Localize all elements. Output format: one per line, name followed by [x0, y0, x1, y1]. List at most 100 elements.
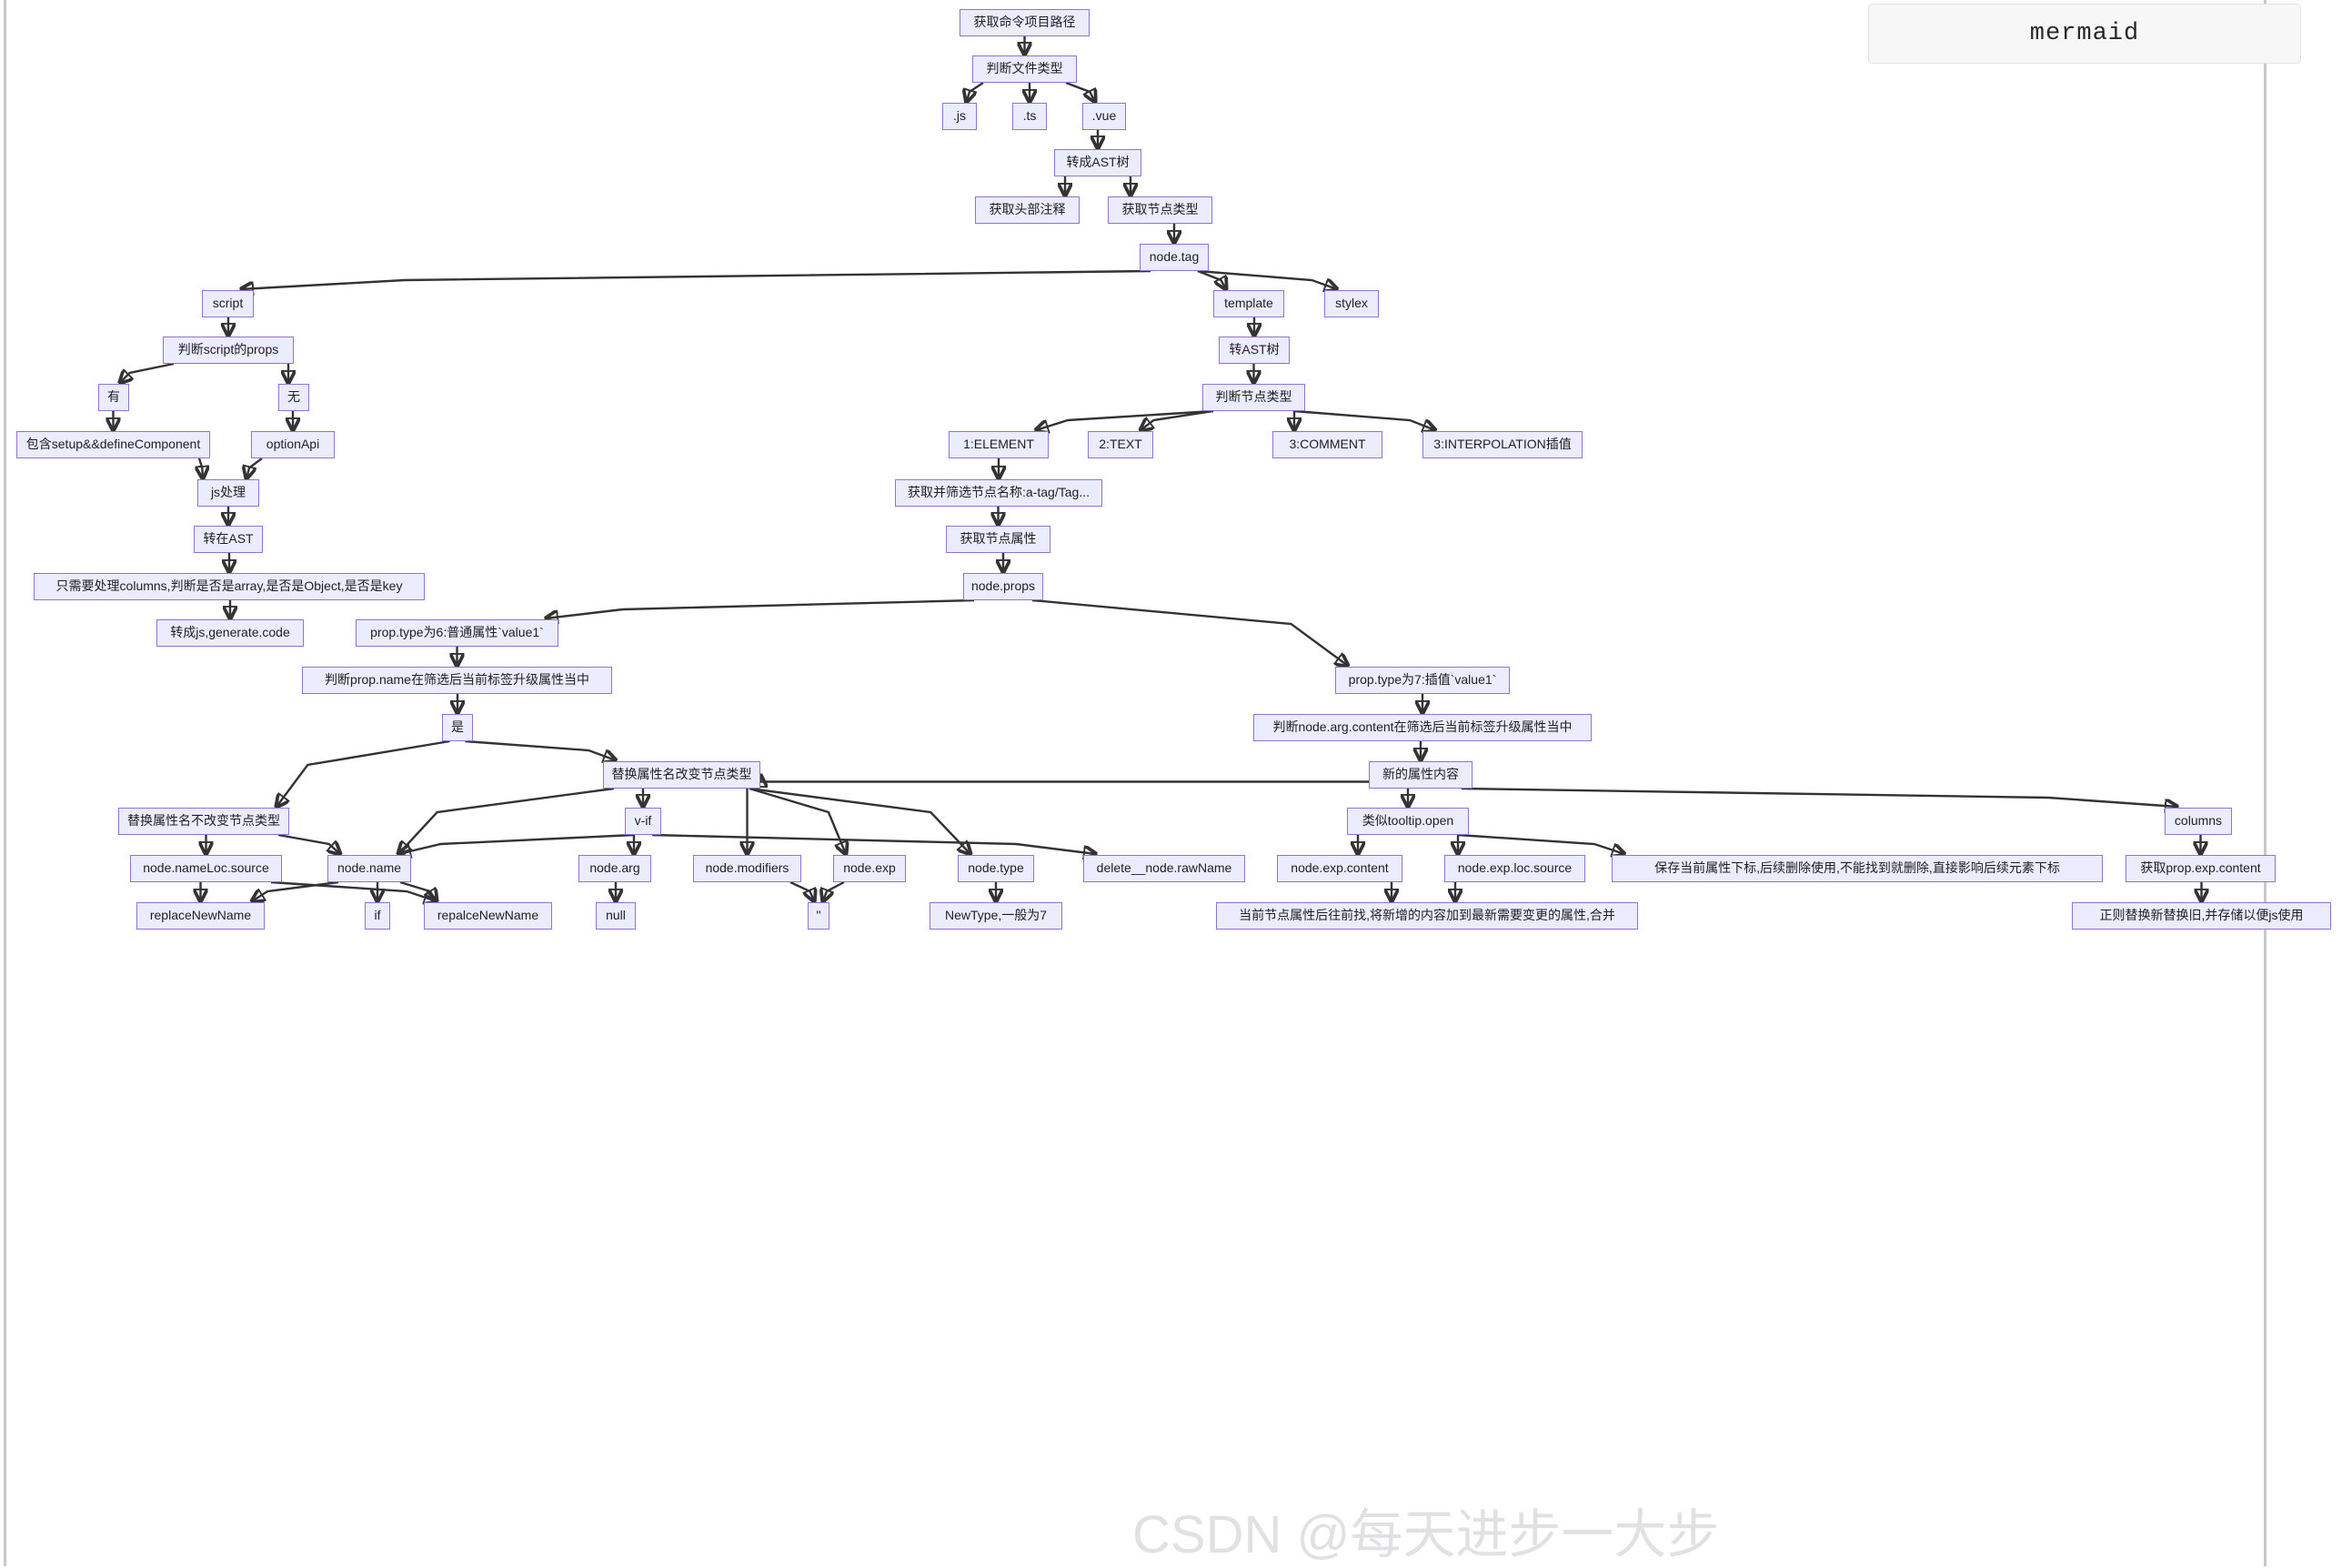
- flowchart-node-label: 获取prop.exp.content: [2140, 860, 2261, 876]
- flowchart-edge-n39-to-n43: [398, 833, 635, 854]
- flowchart-node-n31[interactable]: prop.type为6:普通属性`value1`: [356, 619, 558, 647]
- flowchart-node-n7[interactable]: 获取头部注释: [975, 196, 1080, 224]
- flowchart-node-label: template: [1224, 296, 1273, 311]
- flowchart-node-label: 有: [107, 389, 120, 405]
- flowchart-node-n26[interactable]: 转在AST: [194, 526, 263, 553]
- flowchart-node-label: js处理: [210, 485, 246, 500]
- flowchart-node-label: 保存当前属性下标,后续删除使用,不能找到就删除,直接影响后续元素下标: [1654, 860, 2060, 876]
- flowchart-node-n47[interactable]: node.type: [958, 855, 1034, 882]
- flowchart-node-n22[interactable]: 3:COMMENT: [1272, 431, 1382, 458]
- flowchart-node-n17[interactable]: 判断节点类型: [1202, 384, 1305, 411]
- flowchart-node-label: ": [816, 908, 821, 923]
- flowchart-node-n13[interactable]: 判断script的props: [163, 337, 294, 364]
- flowchart-node-n25[interactable]: 获取并筛选节点名称:a-tag/Tag...: [895, 479, 1102, 507]
- flowchart-node-n49[interactable]: node.exp.content: [1277, 855, 1402, 882]
- flowchart-node-label: if: [374, 908, 381, 923]
- flowchart-node-n29[interactable]: node.props: [963, 573, 1043, 600]
- flowchart-node-n8[interactable]: 获取节点类型: [1108, 196, 1212, 224]
- flowchart-node-n34[interactable]: 是: [442, 714, 473, 741]
- flowchart-edge-n36-to-n43: [398, 787, 615, 854]
- flowchart-node-label: NewType,一般为7: [944, 908, 1048, 923]
- flowchart-node-n12[interactable]: stylex: [1324, 290, 1379, 317]
- flowchart-node-n38[interactable]: 替换属性名不改变节点类型: [118, 808, 289, 835]
- flowchart-node-n56[interactable]: null: [596, 902, 636, 930]
- mermaid-diagram-canvas: 获取命令项目路径 判断文件类型 .js .ts .vue 转成AST树 获取头部注释 获取节点…: [0, 0, 2352, 1566]
- flowchart-node-n54[interactable]: if: [365, 902, 390, 930]
- flowchart-node-n32[interactable]: 判断prop.name在筛选后当前标签升级属性当中: [302, 667, 612, 694]
- flowchart-node-n21[interactable]: 2:TEXT: [1088, 431, 1153, 458]
- flowchart-node-n30[interactable]: 转成js,generate.code: [156, 619, 304, 647]
- flowchart-node-label: 获取命令项目路径: [973, 15, 1076, 30]
- flowchart-node-n4[interactable]: .ts: [1012, 103, 1047, 130]
- flowchart-node-n19[interactable]: optionApi: [251, 431, 335, 458]
- flowchart-edge-n39-to-n48: [651, 833, 1096, 854]
- flowchart-node-n23[interactable]: 3:INTERPOLATION插值: [1422, 431, 1583, 458]
- flowchart-node-n60[interactable]: 正则替换新替换旧,并存储以便js使用: [2072, 902, 2331, 930]
- flowchart-node-n9[interactable]: node.tag: [1140, 244, 1209, 271]
- flowchart-node-n58[interactable]: NewType,一般为7: [930, 902, 1062, 930]
- flowchart-node-n40[interactable]: 类似tooltip.open: [1347, 808, 1469, 835]
- flowchart-edge-n17-to-n21: [1141, 409, 1214, 430]
- flowchart-node-n24[interactable]: js处理: [197, 479, 259, 507]
- flowchart-node-n44[interactable]: node.arg: [578, 855, 651, 882]
- flowchart-node-n53[interactable]: replaceNewName: [136, 902, 265, 930]
- flowchart-node-n3[interactable]: .js: [942, 103, 977, 130]
- flowchart-node-label: 替换属性名不改变节点类型: [127, 813, 280, 829]
- mermaid-badge-label: mermaid: [2029, 20, 2140, 47]
- flowchart-edge-n18-to-n24: [199, 457, 203, 478]
- flowchart-node-n39[interactable]: v-if: [625, 808, 661, 835]
- flowchart-node-label: 3:INTERPOLATION插值: [1433, 437, 1572, 452]
- flowchart-node-n20[interactable]: 1:ELEMENT: [949, 431, 1049, 458]
- flowchart-node-n10[interactable]: script: [202, 290, 254, 317]
- flowchart-node-n37[interactable]: 新的属性内容: [1369, 761, 1473, 789]
- flowchart-node-label: 获取并筛选节点名称:a-tag/Tag...: [908, 485, 1090, 500]
- flowchart-node-n42[interactable]: node.nameLoc.source: [130, 855, 282, 882]
- flowchart-edge-n45-to-n57: [789, 880, 814, 901]
- flowchart-node-n36[interactable]: 替换属性名改变节点类型: [603, 761, 760, 789]
- flowchart-node-label: 转成js,generate.code: [170, 625, 290, 640]
- flowchart-node-n51[interactable]: 保存当前属性下标,后续删除使用,不能找到就删除,直接影响后续元素下标: [1612, 855, 2103, 882]
- flowchart-node-n59[interactable]: 当前节点属性后往前找,将新增的内容加到最新需要变更的属性,合并: [1216, 902, 1638, 930]
- flowchart-node-label: 1:ELEMENT: [963, 437, 1034, 452]
- flowchart-node-n43[interactable]: node.name: [327, 855, 411, 882]
- flowchart-edge-n17-to-n20: [1036, 409, 1214, 430]
- flowchart-node-label: node.name: [337, 860, 402, 876]
- flowchart-edge-n40-to-n51: [1457, 833, 1624, 854]
- flowchart-node-n41[interactable]: columns: [2165, 808, 2232, 835]
- flowchart-node-n27[interactable]: 获取节点属性: [946, 526, 1050, 553]
- flowchart-node-n18[interactable]: 包含setup&&defineComponent: [16, 431, 210, 458]
- flowchart-node-label: 判断node.arg.content在筛选后当前标签升级属性当中: [1272, 719, 1573, 735]
- flowchart-node-label: .js: [953, 108, 966, 124]
- flowchart-node-label: 判断节点类型: [1215, 389, 1292, 405]
- flowchart-node-n5[interactable]: .vue: [1082, 103, 1126, 130]
- flowchart-node-n6[interactable]: 转成AST树: [1054, 149, 1141, 176]
- flowchart-edge-n42-to-n55: [270, 880, 437, 901]
- flowchart-node-n48[interactable]: delete__node.rawName: [1083, 855, 1245, 882]
- flowchart-edge-n9-to-n12: [1197, 269, 1337, 289]
- flowchart-node-n57[interactable]: ": [808, 902, 829, 930]
- flowchart-node-label: 获取节点类型: [1121, 202, 1199, 217]
- flowchart-edge-n37-to-n36: [760, 775, 1382, 789]
- flowchart-node-n55[interactable]: repalceNewName: [424, 902, 552, 930]
- page-gutter-left: [4, 0, 6, 1566]
- flowchart-node-label: 无: [287, 389, 300, 405]
- flowchart-edge-n19-to-n24: [246, 457, 263, 478]
- flowchart-node-n46[interactable]: node.exp: [833, 855, 906, 882]
- flowchart-node-n2[interactable]: 判断文件类型: [972, 55, 1077, 83]
- flowchart-node-label: 转AST树: [1229, 342, 1280, 357]
- flowchart-node-n35[interactable]: 判断node.arg.content在筛选后当前标签升级属性当中: [1253, 714, 1592, 741]
- flowchart-node-n33[interactable]: prop.type为7:插值`value1`: [1335, 667, 1510, 694]
- flowchart-edge-layer: [0, 36, 2352, 1566]
- flowchart-node-n15[interactable]: 有: [98, 384, 129, 411]
- flowchart-node-n11[interactable]: template: [1213, 290, 1284, 317]
- flowchart-node-n28[interactable]: 只需要处理columns,判断是否是array,是否是Object,是否是key: [34, 573, 425, 600]
- flowchart-node-n45[interactable]: node.modifiers: [693, 855, 801, 882]
- flowchart-node-n1[interactable]: 获取命令项目路径: [960, 9, 1090, 36]
- flowchart-node-label: prop.type为6:普通属性`value1`: [370, 625, 544, 640]
- flowchart-node-n52[interactable]: 获取prop.exp.content: [2126, 855, 2276, 882]
- flowchart-node-n16[interactable]: 无: [278, 384, 309, 411]
- flowchart-node-n14[interactable]: 转AST树: [1219, 337, 1290, 364]
- flowchart-node-label: optionApi: [266, 437, 320, 452]
- flowchart-node-label: stylex: [1335, 296, 1368, 311]
- flowchart-node-n50[interactable]: node.exp.loc.source: [1444, 855, 1585, 882]
